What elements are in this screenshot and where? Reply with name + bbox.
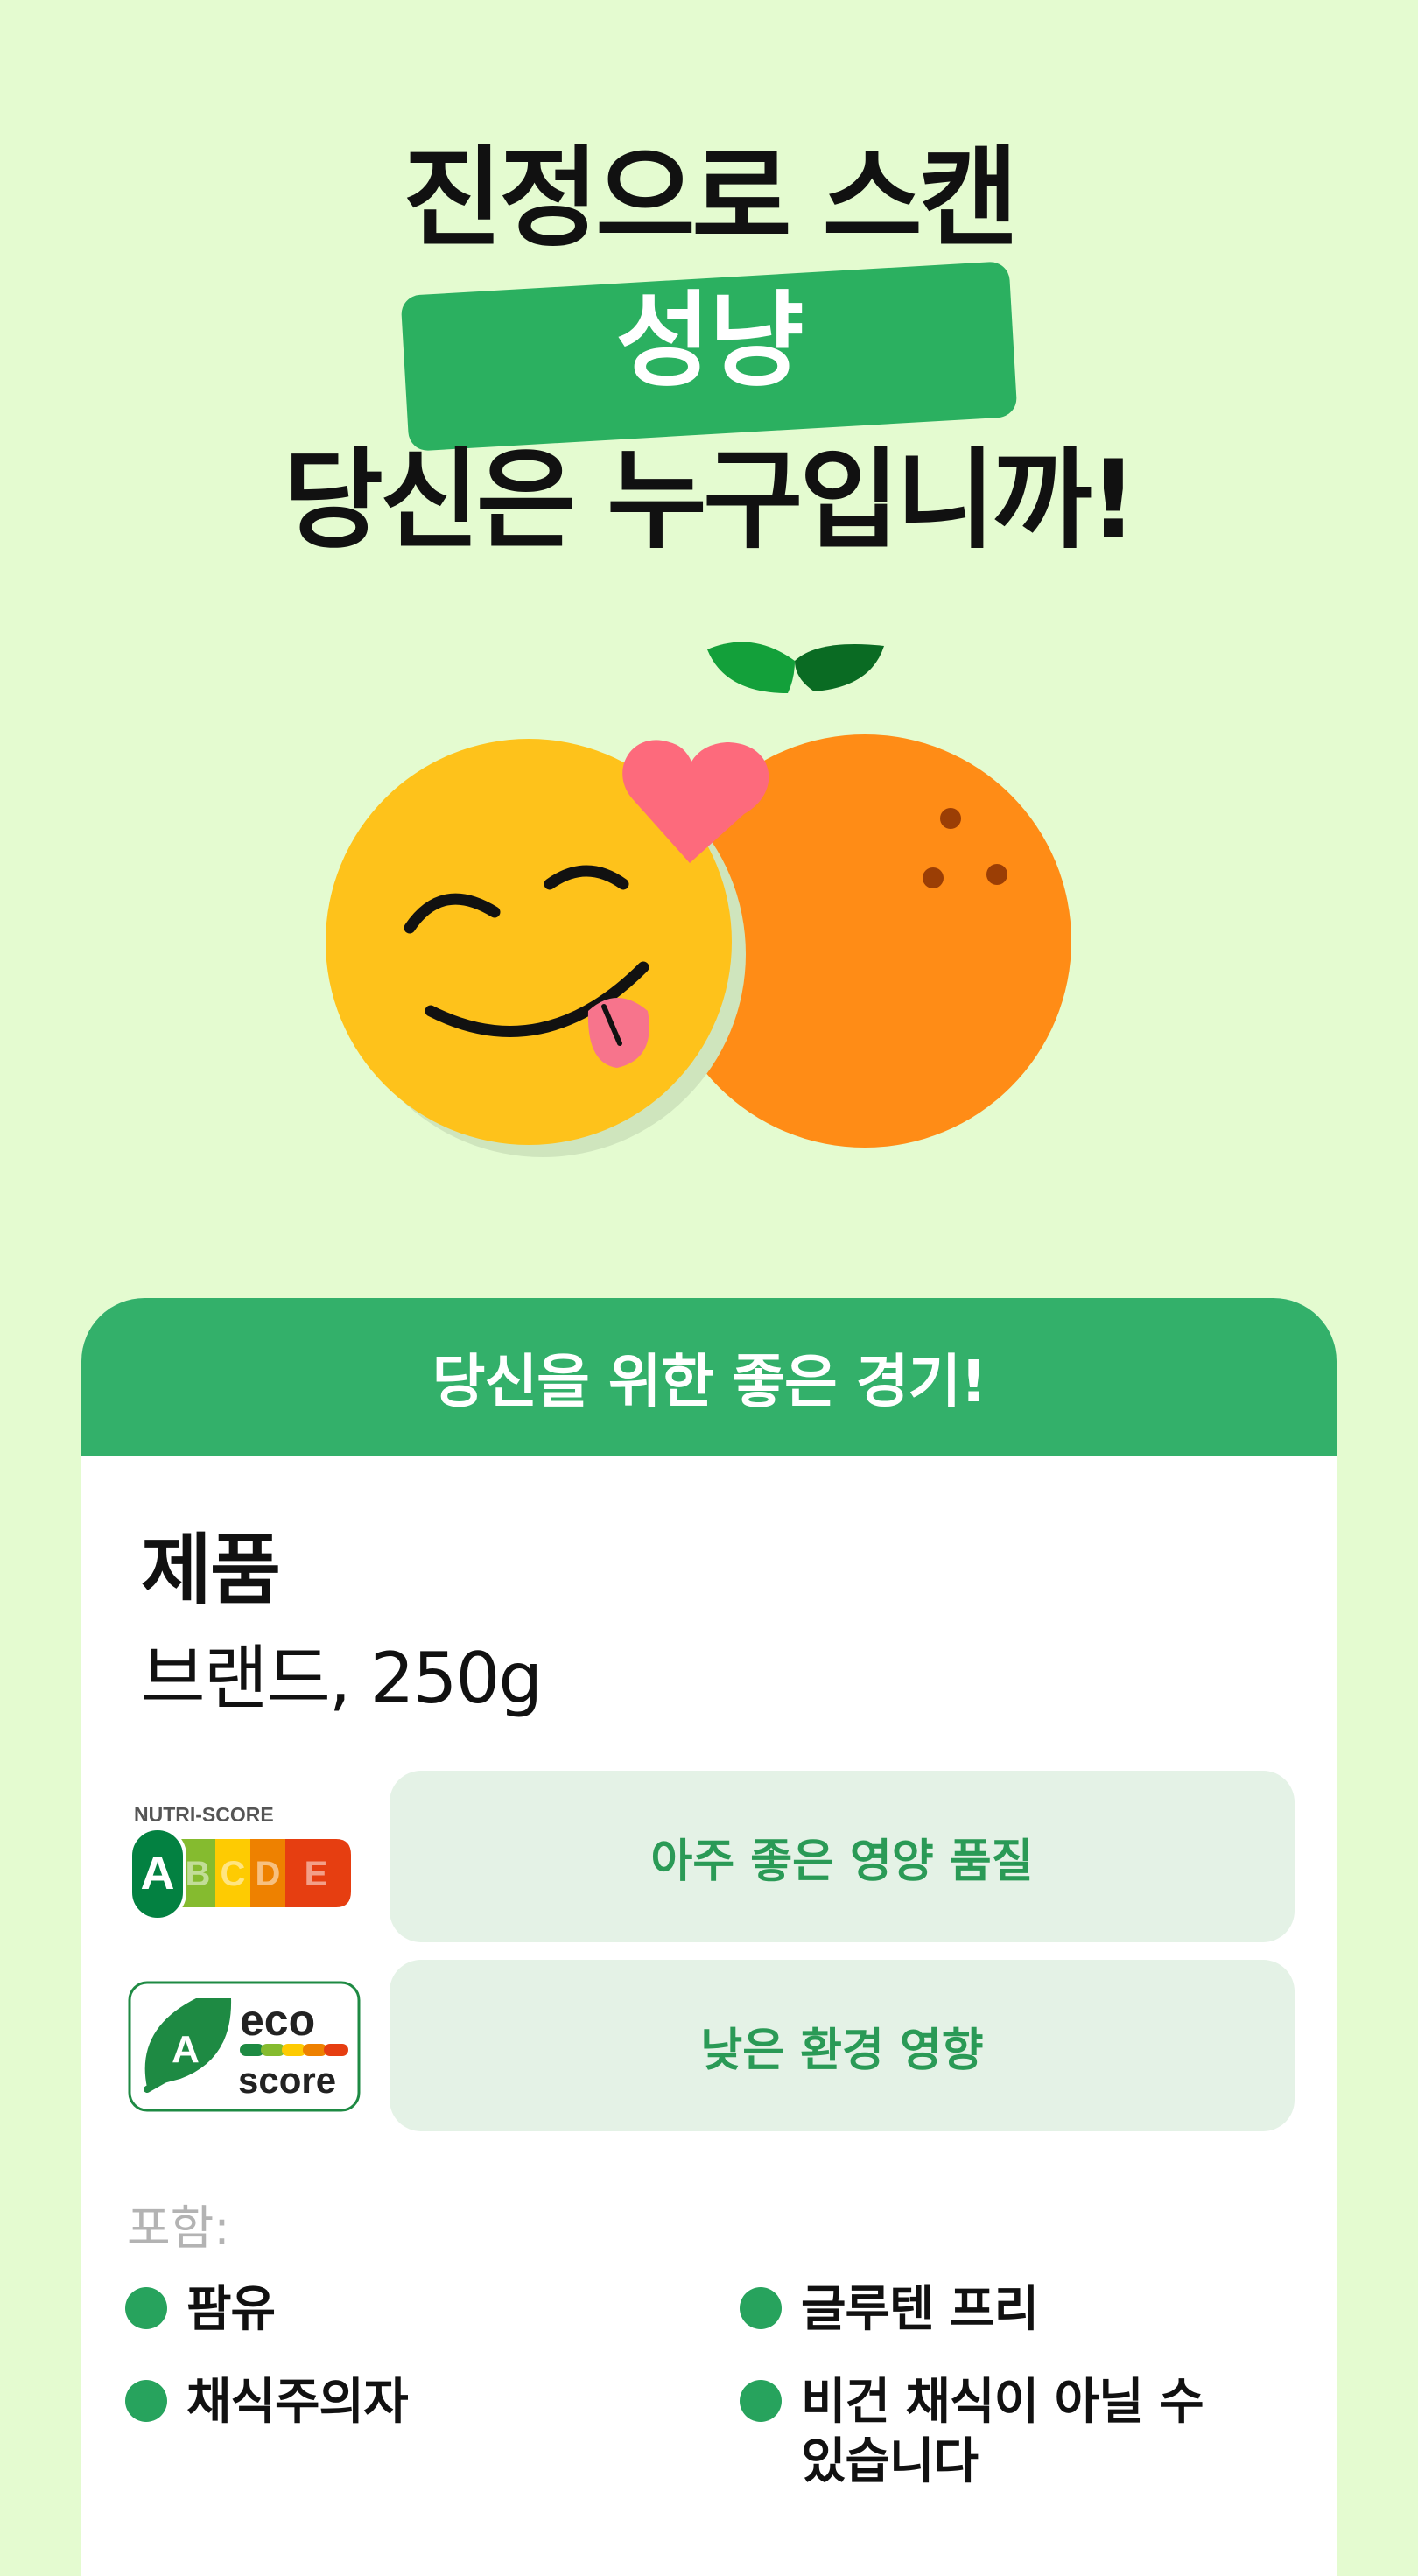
card-header: 당신을 위한 좋은 경기! [81,1298,1337,1456]
tag-dot-icon [740,2380,782,2422]
headline-line1: 진정으로 스캔 [403,136,1019,262]
tag-dot-icon [740,2287,782,2329]
tag-label: 채식주의자 [186,2374,409,2431]
tag-palm-oil: 팜유 [125,2280,276,2340]
contains-label: 포함: [127,2200,230,2256]
product-name: 제품 [141,1525,281,1615]
nutri-letter-b: B [186,1855,211,1893]
nutri-score-logo: NUTRI-SCORE B C D E A [130,1803,351,1921]
nutri-score-row: NUTRI-SCORE B C D E A 아주 좋은 영양 품질 [81,1771,1337,1942]
nutri-letter-c: C [221,1855,246,1893]
tag-label: 비건 채식이 아닐 수 있습니다 [801,2374,1204,2490]
eco-score-description: 낮은 환경 영향 [390,1960,1295,2131]
tag-label: 글루텐 프리 [801,2281,1039,2338]
nutri-score-title: NUTRI-SCORE [134,1803,274,1826]
nutri-grade-letter: A [141,1847,175,1899]
nutri-score-description: 아주 좋은 영양 품질 [390,1771,1295,1942]
eco-word: eco [240,1996,315,2045]
tag-vegetarian: 채식주의자 [125,2373,409,2432]
tag-label: 팜유 [186,2281,276,2338]
eco-grade-letter: A [172,2028,200,2071]
match-result-card[interactable]: 당신을 위한 좋은 경기! 제품 브랜드, 250g NUTRI-SCORE B… [81,1298,1337,2576]
match-illustration [326,642,1071,1157]
tag-maybe-not-vegan: 비건 채식이 아닐 수 있습니다 [740,2373,1230,2492]
tag-dot-icon [125,2380,167,2422]
eco-score-row: A eco score 낮은 환경 영향 [81,1960,1337,2131]
headline-highlight: 성냥 [615,280,804,401]
eco-score-logo: A eco score [128,1981,361,2112]
tag-dot-icon [125,2287,167,2329]
nutri-letter-d: D [256,1855,281,1893]
tag-gluten-free: 글루텐 프리 [740,2280,1039,2340]
score-word: score [238,2060,336,2101]
headline-line3: 당신은 누구입니까! [283,438,1138,564]
product-brand: 브랜드, 250g [141,1638,543,1719]
nutri-letter-e: E [305,1855,328,1893]
